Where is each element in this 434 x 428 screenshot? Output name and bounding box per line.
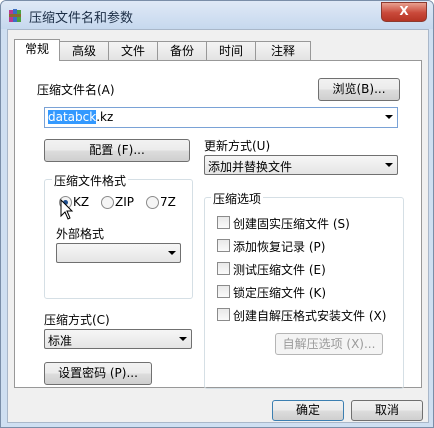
tab-comment[interactable]: 注释 bbox=[255, 41, 311, 60]
config-button[interactable]: 配置 (F)... bbox=[44, 139, 190, 162]
format-zip-label[interactable]: ZIP bbox=[115, 195, 134, 209]
lock-archive-checkbox[interactable] bbox=[217, 285, 230, 298]
winrar-books-icon bbox=[8, 7, 24, 23]
sfx-archive-label[interactable]: 创建自解压格式安装文件 (X) bbox=[233, 307, 386, 324]
archive-name-value: databck.kz bbox=[48, 110, 113, 124]
update-method-value: 添加并替换文件 bbox=[208, 160, 293, 174]
update-method-label: 更新方式(U) bbox=[204, 139, 271, 153]
tab-general[interactable]: 常规 bbox=[14, 39, 60, 61]
archive-name-selection: databck bbox=[48, 110, 97, 124]
general-tab-panel: 压缩文件名(A) 浏览(B)... databck.kz 配置 (F)... 更… bbox=[14, 60, 422, 389]
browse-button[interactable]: 浏览(B)... bbox=[318, 78, 400, 101]
archive-name-combobox[interactable]: databck.kz bbox=[44, 107, 398, 128]
compression-options-group-label: 压缩选项 bbox=[211, 190, 264, 207]
external-format-label: 外部格式 bbox=[56, 227, 105, 241]
dialog-client-area: 常规 高级 文件 备份 时间 注释 压缩文件名(A) 浏览(B)... data… bbox=[7, 29, 429, 423]
recovery-record-checkbox[interactable] bbox=[217, 239, 230, 252]
chevron-down-icon[interactable] bbox=[385, 115, 393, 119]
test-archive-checkbox[interactable] bbox=[217, 262, 230, 275]
update-method-dropdown[interactable]: 添加并替换文件 bbox=[204, 155, 398, 175]
sfx-options-button[interactable]: 自解压选项 (X)... bbox=[275, 333, 383, 355]
title-bar[interactable]: 压缩文件名和参数 X bbox=[1, 1, 433, 29]
format-kz-label[interactable]: KZ bbox=[73, 195, 89, 209]
external-format-dropdown[interactable] bbox=[56, 243, 181, 263]
cancel-button[interactable]: 取消 bbox=[351, 400, 423, 421]
tab-files[interactable]: 文件 bbox=[108, 41, 158, 60]
tab-time[interactable]: 时间 bbox=[206, 41, 256, 60]
archive-name-extension: .kz bbox=[96, 110, 114, 124]
compression-method-dropdown[interactable]: 标准 bbox=[44, 329, 192, 349]
set-password-button[interactable]: 设置密码 (P)... bbox=[44, 362, 152, 385]
compression-method-label: 压缩方式(C) bbox=[44, 313, 110, 327]
dialog-window: 压缩文件名和参数 X 常规 高级 文件 备份 时间 注释 压缩文件名(A) 浏览… bbox=[0, 0, 434, 428]
window-title: 压缩文件名和参数 bbox=[29, 11, 134, 26]
chevron-down-icon bbox=[179, 337, 187, 341]
tab-advanced[interactable]: 高级 bbox=[59, 41, 109, 60]
tab-backup[interactable]: 备份 bbox=[157, 41, 207, 60]
solid-archive-checkbox[interactable] bbox=[217, 216, 230, 229]
compression-method-value: 标准 bbox=[48, 334, 73, 348]
format-7z-label[interactable]: 7Z bbox=[160, 195, 176, 209]
format-7z-radio[interactable] bbox=[146, 196, 159, 209]
format-zip-radio[interactable] bbox=[101, 196, 114, 209]
solid-archive-label[interactable]: 创建固实压缩文件 (S) bbox=[233, 215, 350, 232]
recovery-record-label[interactable]: 添加恢复记录 (P) bbox=[233, 238, 325, 255]
ok-button[interactable]: 确定 bbox=[272, 400, 344, 421]
archive-format-group-label: 压缩文件格式 bbox=[52, 172, 129, 189]
archive-name-label: 压缩文件名(A) bbox=[37, 83, 115, 97]
test-archive-label[interactable]: 测试压缩文件 (E) bbox=[233, 261, 326, 278]
close-icon: X bbox=[399, 4, 409, 18]
sfx-archive-checkbox[interactable] bbox=[217, 308, 230, 321]
lock-archive-label[interactable]: 锁定压缩文件 (K) bbox=[233, 284, 326, 301]
close-button[interactable]: X bbox=[381, 2, 427, 22]
mouse-cursor-icon bbox=[60, 199, 74, 220]
chevron-down-icon bbox=[385, 163, 393, 167]
chevron-down-icon bbox=[168, 251, 176, 255]
